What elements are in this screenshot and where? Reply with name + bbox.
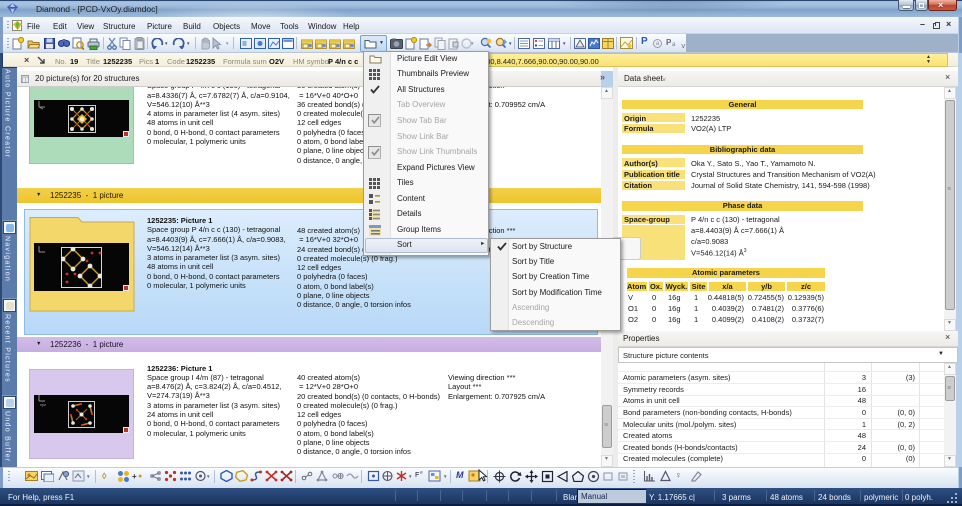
svg-text:xyz: xyz bbox=[40, 402, 46, 407]
